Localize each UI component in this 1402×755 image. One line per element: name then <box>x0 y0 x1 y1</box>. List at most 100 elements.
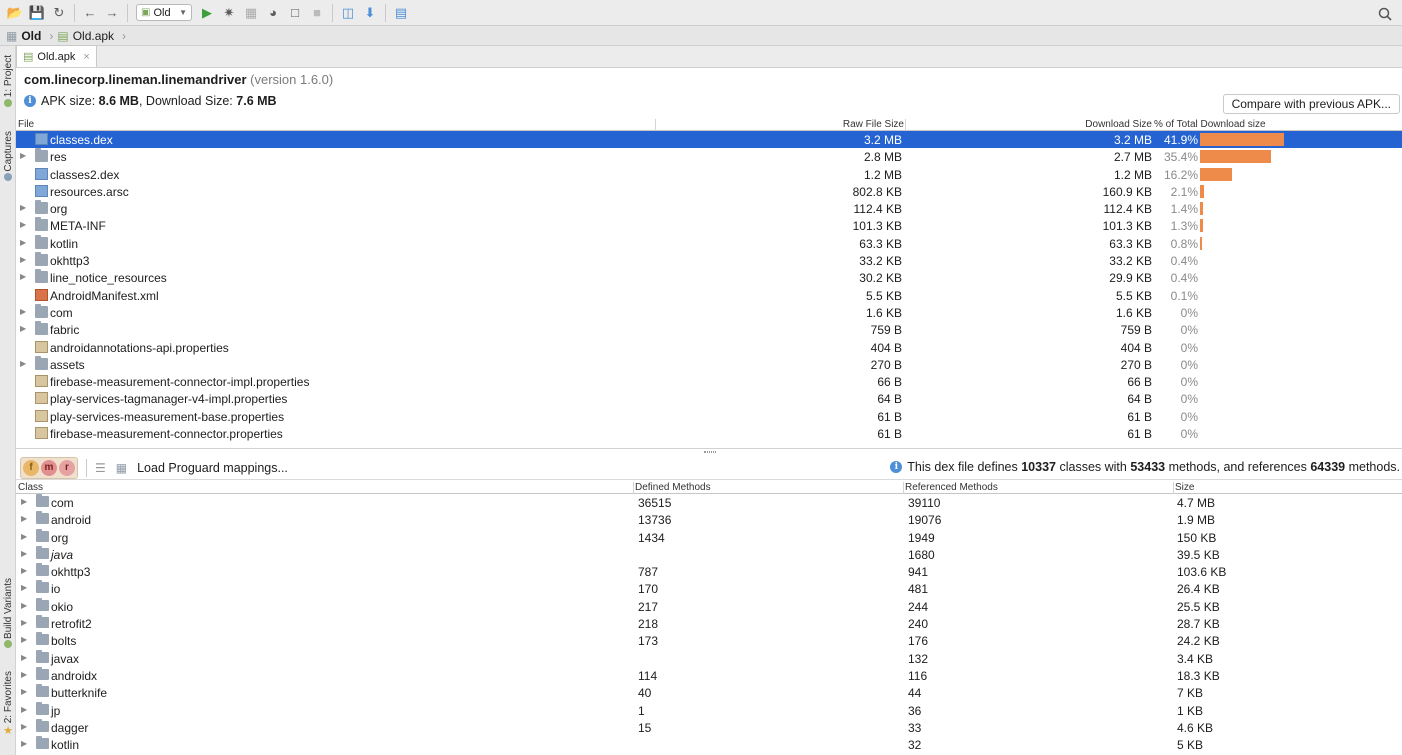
expand-arrow-icon[interactable]: ▶ <box>20 307 26 316</box>
open-icon[interactable]: 📂 <box>4 2 26 24</box>
expand-arrow-icon[interactable]: ▶ <box>20 272 26 281</box>
favorites-tool-tab[interactable]: 2: Favorites ★ <box>0 668 16 740</box>
file-row[interactable]: androidannotations-api.properties 404 B 40… <box>16 339 1402 356</box>
sdk-manager-icon[interactable]: ⬇ <box>359 2 381 24</box>
file-row[interactable]: ▶ kotlin 63.3 KB 63.3 KB 0.8% <box>16 234 1402 252</box>
col-percent[interactable]: % of Total Download size <box>1154 119 1266 130</box>
show-fields-button[interactable]: f <box>23 459 39 476</box>
file-row[interactable]: ▶ assets 270 B 270 B 0% <box>16 355 1402 373</box>
tree-view-icon[interactable]: ☰ <box>95 461 106 475</box>
file-row[interactable]: ▶ fabric 759 B 759 B 0% <box>16 321 1402 338</box>
back-icon[interactable]: ← <box>79 2 101 24</box>
build-variants-tool-tab[interactable]: Build Variants <box>0 572 16 654</box>
class-row[interactable]: ▶ org 1434 1949 150 KB <box>16 528 1402 546</box>
class-row[interactable]: ▶ io 170 481 26.4 KB <box>16 580 1402 597</box>
col-defined-methods[interactable]: Defined Methods <box>635 482 711 493</box>
expand-arrow-icon[interactable]: ▶ <box>21 566 27 575</box>
breadcrumb-file[interactable]: ▤ Old.apk <box>57 29 118 43</box>
column-divider[interactable] <box>903 482 904 494</box>
file-row[interactable]: play-services-measurement-base.propertie… <box>16 408 1402 425</box>
project-structure-icon[interactable]: ▤ <box>390 2 412 24</box>
expand-arrow-icon[interactable]: ▶ <box>21 635 27 644</box>
run-icon[interactable]: ▶ <box>196 2 218 24</box>
save-icon[interactable]: 💾 <box>26 2 48 24</box>
col-class[interactable]: Class <box>18 482 43 493</box>
project-tool-tab[interactable]: 1: Project <box>0 52 16 110</box>
expand-arrow-icon[interactable]: ▶ <box>21 618 27 627</box>
folder-icon[interactable]: ▦ <box>116 461 127 475</box>
col-raw-size[interactable]: Raw File Size <box>843 119 904 130</box>
class-row[interactable]: ▶ com 36515 39110 4.7 MB <box>16 494 1402 511</box>
splitter-grip[interactable] <box>704 451 716 453</box>
file-row[interactable]: firebase-measurement-connector-impl.prop… <box>16 373 1402 390</box>
expand-arrow-icon[interactable]: ▶ <box>21 705 27 714</box>
expand-arrow-icon[interactable]: ▶ <box>21 532 27 541</box>
stop-icon[interactable]: ■ <box>306 2 328 24</box>
class-row[interactable]: ▶ kotlin 32 5 KB <box>16 736 1402 753</box>
debug-icon[interactable]: ✷ <box>218 2 240 24</box>
expand-arrow-icon[interactable]: ▶ <box>21 583 27 592</box>
column-divider[interactable] <box>633 482 634 494</box>
apply-changes-icon[interactable]: □ <box>284 2 306 24</box>
class-row[interactable]: ▶ androidx 114 116 18.3 KB <box>16 666 1402 684</box>
search-icon[interactable] <box>1374 3 1396 25</box>
run-config-select[interactable]: ▣ Old ▼ <box>136 4 192 21</box>
expand-arrow-icon[interactable]: ▶ <box>20 151 26 160</box>
class-row[interactable]: ▶ dagger 15 33 4.6 KB <box>16 718 1402 736</box>
col-size[interactable]: Size <box>1175 482 1194 493</box>
col-download-size[interactable]: Download Size <box>1085 119 1152 130</box>
file-row[interactable]: classes2.dex 1.2 MB 1.2 MB 16.2% <box>16 166 1402 183</box>
class-row[interactable]: ▶ bolts 173 176 24.2 KB <box>16 632 1402 649</box>
file-row[interactable]: ▶ res 2.8 MB 2.7 MB 35.4% <box>16 148 1402 165</box>
expand-arrow-icon[interactable]: ▶ <box>21 514 27 523</box>
captures-tool-tab[interactable]: Captures <box>0 126 16 186</box>
panel-splitter[interactable] <box>16 448 1402 456</box>
file-row[interactable]: ▶ META-INF 101.3 KB 101.3 KB 1.3% <box>16 217 1402 234</box>
file-row[interactable]: ▶ org 112.4 KB 112.4 KB 1.4% <box>16 200 1402 217</box>
file-row[interactable]: firebase-measurement-connector.propertie… <box>16 425 1402 442</box>
breadcrumb-project[interactable]: ▦ Old <box>6 29 45 43</box>
expand-arrow-icon[interactable]: ▶ <box>21 722 27 731</box>
expand-arrow-icon[interactable]: ▶ <box>21 670 27 679</box>
file-row[interactable]: ▶ line_notice_resources 30.2 KB 29.9 KB 0.4% <box>16 269 1402 286</box>
class-row[interactable]: ▶ okhttp3 787 941 103.6 KB <box>16 563 1402 580</box>
class-row[interactable]: ▶ jp 1 36 1 KB <box>16 701 1402 719</box>
expand-arrow-icon[interactable]: ▶ <box>20 255 26 264</box>
expand-arrow-icon[interactable]: ▶ <box>20 359 26 368</box>
editor-tab-old-apk[interactable]: ▤ Old.apk × <box>16 45 97 67</box>
show-methods-button[interactable]: m <box>41 459 57 476</box>
expand-arrow-icon[interactable]: ▶ <box>21 549 27 558</box>
expand-arrow-icon[interactable]: ▶ <box>20 220 26 229</box>
avd-manager-icon[interactable]: ◫ <box>337 2 359 24</box>
expand-arrow-icon[interactable]: ▶ <box>20 324 26 333</box>
class-row[interactable]: ▶ retrofit2 218 240 28.7 KB <box>16 615 1402 632</box>
class-row[interactable]: ▶ butterknife 40 44 7 KB <box>16 684 1402 701</box>
expand-arrow-icon[interactable]: ▶ <box>21 497 27 506</box>
attach-icon[interactable]: ◕ <box>262 2 284 24</box>
expand-arrow-icon[interactable]: ▶ <box>21 601 27 610</box>
column-divider[interactable] <box>1173 482 1174 494</box>
file-row[interactable]: ▶ com 1.6 KB 1.6 KB 0% <box>16 303 1402 321</box>
profile-icon[interactable]: ▦ <box>240 2 262 24</box>
class-row[interactable]: ▶ java 1680 39.5 KB <box>16 545 1402 563</box>
forward-icon[interactable]: → <box>101 2 123 24</box>
load-proguard-button[interactable]: Load Proguard mappings... <box>137 461 288 475</box>
close-icon[interactable]: × <box>83 51 89 63</box>
file-row[interactable]: resources.arsc 802.8 KB 160.9 KB 2.1% <box>16 183 1402 200</box>
class-row[interactable]: ▶ javax 132 3.4 KB <box>16 649 1402 667</box>
file-row[interactable]: classes.dex 3.2 MB 3.2 MB 41.9% <box>16 131 1402 149</box>
expand-arrow-icon[interactable]: ▶ <box>21 739 27 748</box>
class-row[interactable]: ▶ okio 217 244 25.5 KB <box>16 597 1402 615</box>
sync-icon[interactable]: ↻ <box>48 2 70 24</box>
file-row[interactable]: AndroidManifest.xml 5.5 KB 5.5 KB 0.1% <box>16 287 1402 304</box>
show-referenced-button[interactable]: r <box>59 459 75 476</box>
column-divider[interactable] <box>655 119 656 131</box>
file-row[interactable]: play-services-tagmanager-v4-impl.propert… <box>16 390 1402 407</box>
compare-apk-button[interactable]: Compare with previous APK... <box>1222 94 1400 114</box>
expand-arrow-icon[interactable]: ▶ <box>21 653 27 662</box>
file-row[interactable]: ▶ okhttp3 33.2 KB 33.2 KB 0.4% <box>16 252 1402 269</box>
col-file[interactable]: File <box>18 119 34 130</box>
expand-arrow-icon[interactable]: ▶ <box>21 687 27 696</box>
expand-arrow-icon[interactable]: ▶ <box>20 203 26 212</box>
class-row[interactable]: ▶ android 13736 19076 1.9 MB <box>16 511 1402 528</box>
